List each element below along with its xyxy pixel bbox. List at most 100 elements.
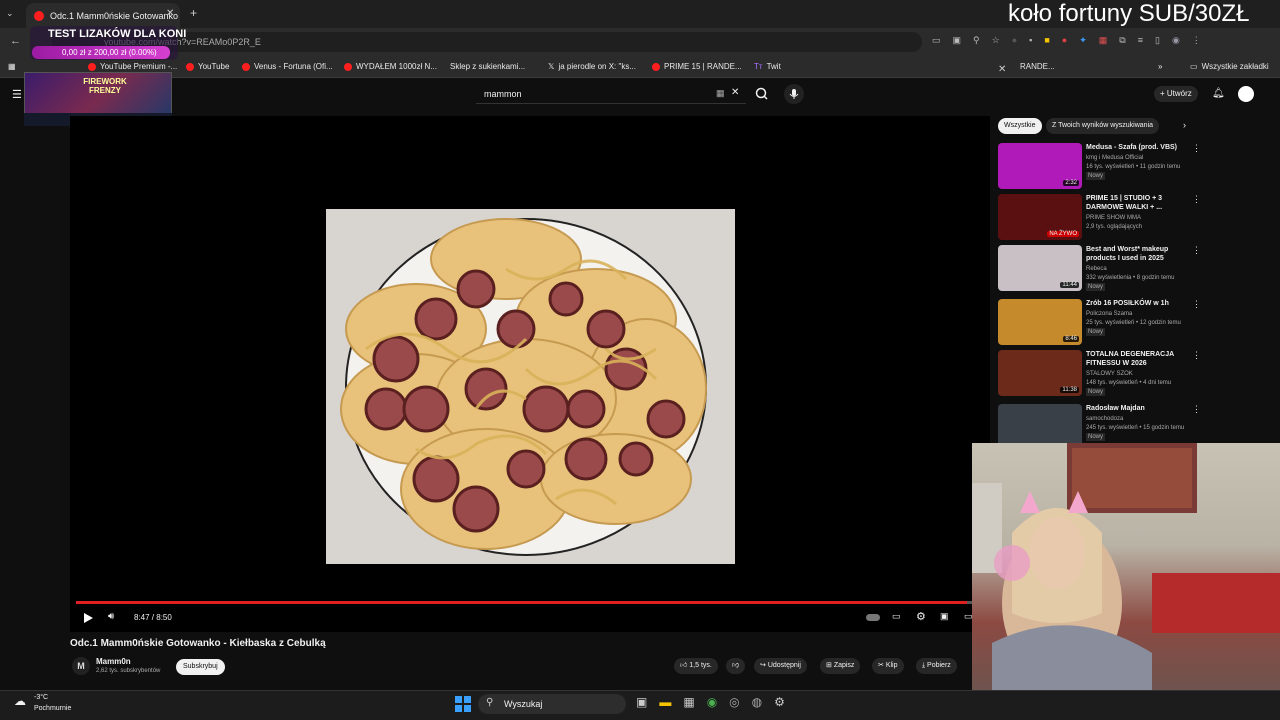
recommendation-meta: 25 tys. wyświetleń • 12 godzin temu <box>1086 320 1181 326</box>
subscribe-button[interactable]: Subskrybuj <box>176 659 225 675</box>
more-actions-icon[interactable]: ⋮ <box>1192 350 1201 361</box>
recommendation-channel[interactable]: Policzona Szama <box>1086 310 1196 318</box>
extension-icon-6[interactable]: ▦ <box>1099 35 1108 49</box>
hamburger-menu-icon[interactable]: ☰ <box>12 88 22 101</box>
store-icon[interactable]: ▦ <box>683 695 694 709</box>
extensions-puzzle-icon[interactable]: ⧉ <box>1119 35 1125 49</box>
chip-from-your-search[interactable]: Z Twoich wyników wyszukiwania <box>1046 118 1160 134</box>
chrome-icon[interactable]: ◉ <box>707 695 717 709</box>
extension-icon-1[interactable]: ● <box>1012 35 1017 49</box>
apps-icon[interactable]: ▦ <box>8 56 16 78</box>
recommendation-thumbnail[interactable]: 8:46 <box>998 299 1082 345</box>
extension-icon-3[interactable]: ■ <box>1044 35 1049 49</box>
recommendation-card[interactable]: 2:32 Medusa - Szafa (prod. VBS) kmg i Medu… <box>998 143 1201 191</box>
bookmark-label: RANDE... <box>1020 62 1055 71</box>
bookmark-item[interactable]: PRIME 15 | RANDE... <box>652 56 742 78</box>
share-button[interactable]: ↪ Udostępnij <box>754 658 807 674</box>
close-tab-icon[interactable]: ✕ <box>166 8 174 19</box>
back-icon[interactable]: ← <box>10 35 21 47</box>
save-button[interactable]: ⊞ Zapisz <box>820 658 861 674</box>
recommendation-title[interactable]: TOTALNA DEGENERACJA FITNESSU W 2026 <box>1086 350 1192 368</box>
bookmark-item[interactable]: Sklep z sukienkami... <box>450 56 525 78</box>
settings-gear-icon[interactable]: ⚙ <box>916 610 926 623</box>
more-actions-icon[interactable]: ⋮ <box>1192 404 1201 415</box>
recommendation-title[interactable]: Radosław Majdan <box>1086 404 1192 413</box>
sidebar-icon[interactable]: ▯ <box>1155 35 1160 49</box>
bookmarks-overflow-icon[interactable]: » <box>1158 56 1162 78</box>
find-bar-close-icon[interactable]: ✕ <box>998 64 1006 75</box>
play-icon[interactable] <box>82 612 94 624</box>
volume-icon[interactable]: 🔊︎ <box>108 611 114 622</box>
bookmark-item[interactable]: YouTube <box>186 56 229 78</box>
profile-icon[interactable]: ◉ <box>1172 35 1180 49</box>
account-avatar[interactable] <box>1238 86 1254 102</box>
bookmark-item[interactable]: Tт Twit <box>754 56 781 78</box>
bookmark-item[interactable]: Venus - Fortuna (Ofi... <box>242 56 333 78</box>
more-actions-icon[interactable]: ⋮ <box>1192 299 1201 310</box>
create-button[interactable]: + Utwórz <box>1154 86 1198 102</box>
more-actions-icon[interactable]: ⋮ <box>1192 143 1201 154</box>
more-actions-icon[interactable]: ⋮ <box>1192 194 1201 205</box>
recommendation-meta: 16 tys. wyświetleń • 11 godzin temu <box>1086 164 1181 170</box>
zoom-icon[interactable]: ⚲ <box>973 35 980 49</box>
windows-start-icon[interactable] <box>455 696 471 712</box>
clear-search-icon[interactable]: ✕ <box>731 87 739 98</box>
recommendation-card[interactable]: 8:46 Zrób 16 POSIŁKÓW w 1h Policzona Szama… <box>998 299 1201 347</box>
cast-icon[interactable]: ▭ <box>932 35 941 49</box>
recommendation-channel[interactable]: Rebeca <box>1086 265 1196 273</box>
more-actions-icon[interactable]: ⋮ <box>1192 245 1201 256</box>
recommendation-channel[interactable]: kmg i Medusa Official <box>1086 154 1196 162</box>
microphone-icon[interactable] <box>784 84 804 104</box>
recommendation-thumbnail[interactable]: NA ŻYWO <box>998 194 1082 240</box>
extension-icon-5[interactable]: ✦ <box>1079 35 1087 49</box>
new-tab-button[interactable]: + <box>190 6 197 20</box>
notifications-bell-icon[interactable]: 🔔︎ <box>1212 88 1225 99</box>
media-control-icon[interactable]: ≡ <box>1138 35 1143 49</box>
bookmark-item[interactable]: RANDE... <box>1020 56 1055 78</box>
chip-all[interactable]: Wszystkie <box>998 118 1042 134</box>
browser-tab-active[interactable]: Odc.1 Mamm0ńskie Gotowanko <box>26 3 180 28</box>
menu-icon[interactable]: ⋮ <box>1192 35 1201 49</box>
star-icon[interactable]: ☆ <box>992 35 1000 49</box>
recommendation-thumbnail[interactable]: 2:32 <box>998 143 1082 189</box>
search-icon[interactable] <box>752 84 772 104</box>
taskbar-search-input[interactable]: Wyszukaj <box>478 694 626 714</box>
obs-icon[interactable]: ◎ <box>729 695 739 709</box>
bookmark-item[interactable]: WYDAŁEM 1000zł N... <box>344 56 437 78</box>
all-bookmarks[interactable]: ▭ Wszystkie zakładki <box>1190 56 1269 78</box>
extension-icon-2[interactable]: ▪ <box>1029 35 1032 49</box>
recommendation-card[interactable]: 11:44 Best and Worst* makeup products I u… <box>998 245 1201 293</box>
dislike-button[interactable]: 👎︎ <box>726 658 746 674</box>
channel-name[interactable]: Mamm0n <box>96 657 131 666</box>
keyboard-icon[interactable]: ▦ <box>716 88 725 99</box>
file-explorer-icon[interactable]: ▬ <box>659 695 671 709</box>
recommendation-thumbnail[interactable]: 11:38 <box>998 350 1082 396</box>
miniplayer-icon[interactable]: ▣ <box>940 611 949 622</box>
recommendation-card[interactable]: NA ŻYWO PRIME 15 | STUDIO + 3 DARMOWE WAL… <box>998 194 1201 242</box>
recommendation-title[interactable]: Medusa - Szafa (prod. VBS) <box>1086 143 1192 152</box>
recommendation-thumbnail[interactable]: 11:44 <box>998 245 1082 291</box>
recommendation-channel[interactable]: STALOWY SZOK <box>1086 370 1196 378</box>
task-view-icon[interactable]: ▣ <box>636 695 647 709</box>
channel-avatar[interactable]: M <box>72 657 90 675</box>
recommendation-channel[interactable]: PRIME SHOW MMA <box>1086 214 1196 222</box>
tab-list-icon[interactable]: ⌄ <box>6 8 14 19</box>
recommendation-card[interactable]: 11:38 TOTALNA DEGENERACJA FITNESSU W 2026… <box>998 350 1201 398</box>
recommendation-title[interactable]: PRIME 15 | STUDIO + 3 DARMOWE WALKI + ..… <box>1086 194 1192 212</box>
steam-icon[interactable]: ◍ <box>752 695 762 709</box>
autoplay-toggle[interactable] <box>866 614 880 621</box>
extension-icon-4[interactable]: ● <box>1062 35 1067 49</box>
clip-button[interactable]: ✂ Klip <box>872 658 904 674</box>
recommendation-channel[interactable]: samochodoza <box>1086 415 1196 423</box>
download-button[interactable]: ⤓ Pobierz <box>916 658 957 674</box>
settings-app-icon[interactable]: ⚙ <box>774 695 785 709</box>
recommendation-title[interactable]: Best and Worst* makeup products I used i… <box>1086 245 1192 263</box>
chips-next-icon[interactable]: › <box>1183 120 1186 130</box>
bookmark-item[interactable]: 𝕏ja pierodle on X: "ks... <box>548 56 636 78</box>
recommendation-title[interactable]: Zrób 16 POSIŁKÓW w 1h <box>1086 299 1192 308</box>
search-input[interactable]: mammon <box>476 84 746 104</box>
like-button[interactable]: 👍︎ 1,5 tys. <box>674 658 718 674</box>
install-icon[interactable]: ▣ <box>953 35 962 49</box>
subtitles-icon[interactable]: ▭ <box>892 611 901 622</box>
weather-icon[interactable]: ☁ <box>14 694 26 708</box>
